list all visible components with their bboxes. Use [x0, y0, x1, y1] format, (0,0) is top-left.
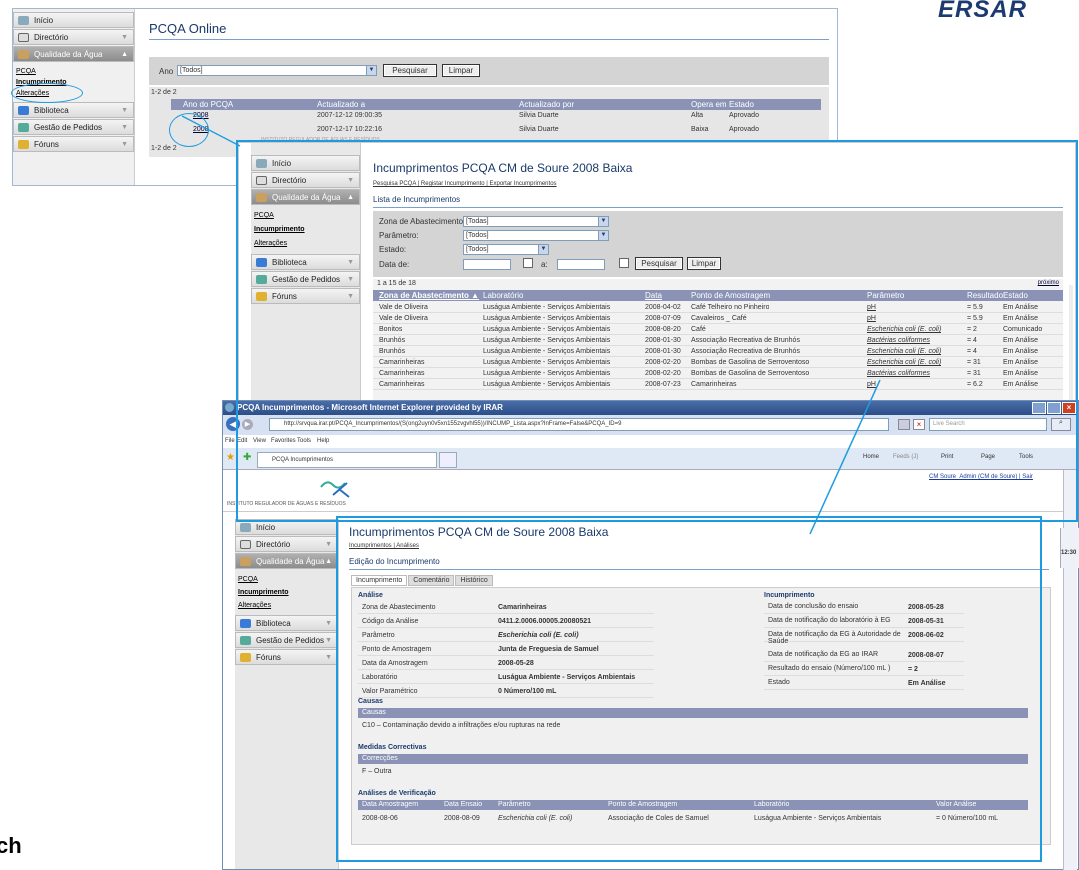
connector-lines [181, 115, 881, 535]
